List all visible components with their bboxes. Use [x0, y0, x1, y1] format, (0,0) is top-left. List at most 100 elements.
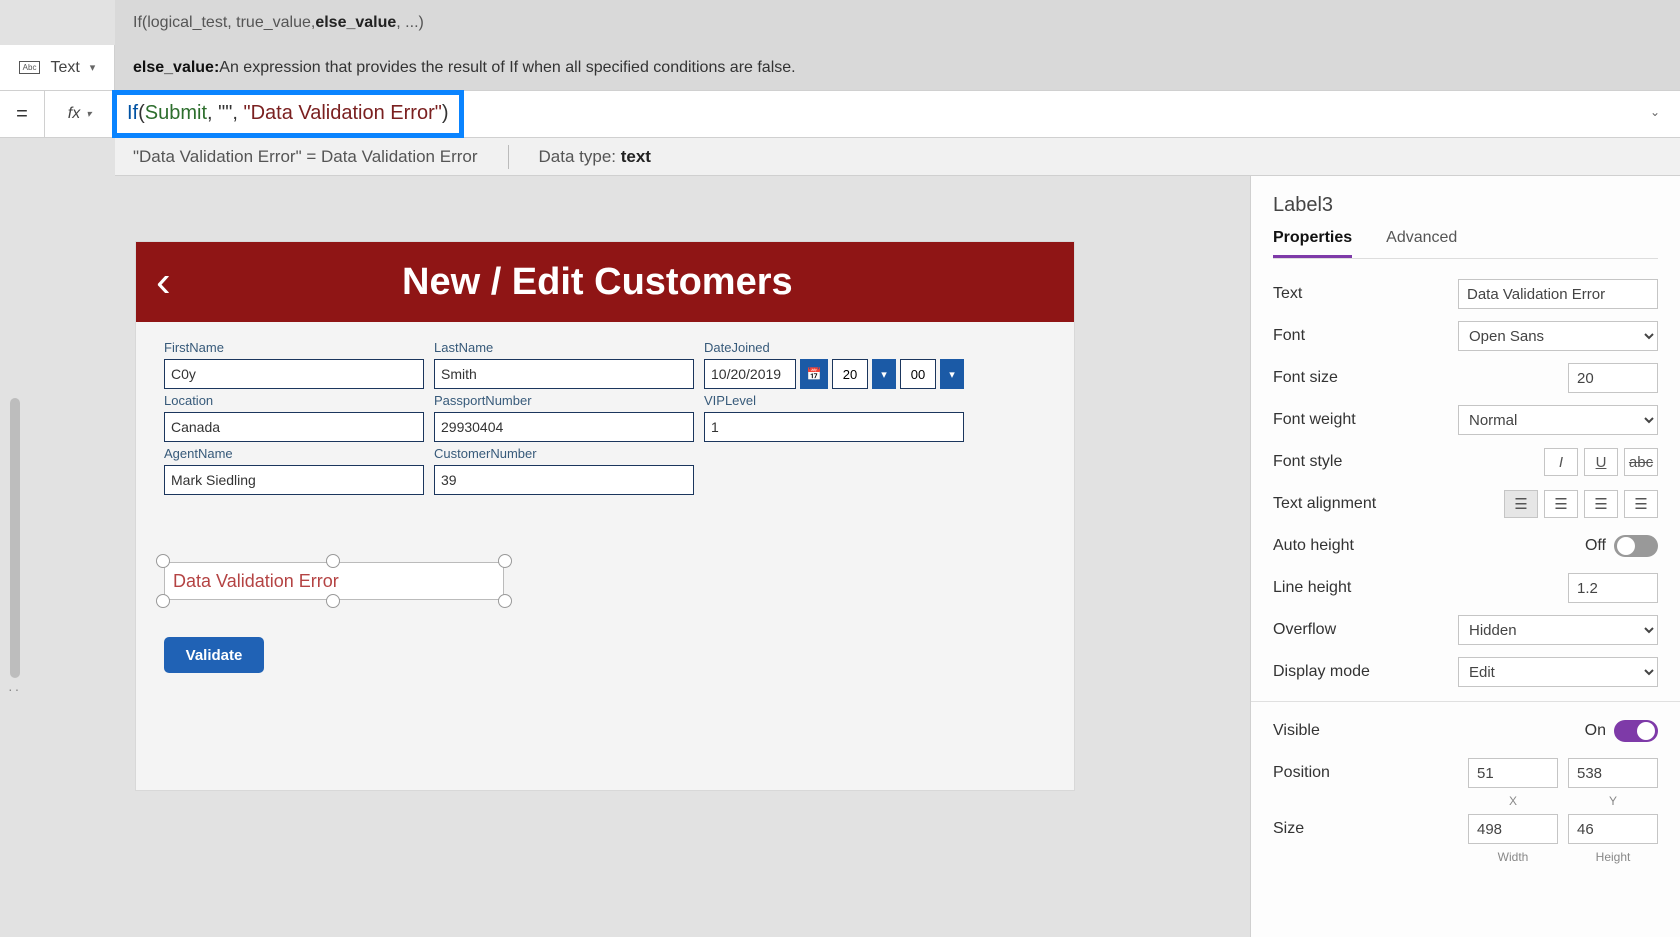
- input-agent[interactable]: [164, 465, 424, 495]
- input-datejoined[interactable]: [704, 359, 796, 389]
- tab-advanced[interactable]: Advanced: [1386, 229, 1457, 258]
- prop-tabs: Properties Advanced: [1273, 229, 1658, 259]
- chevron-down-icon: ▾: [86, 109, 91, 120]
- help-param-desc: An expression that provides the result o…: [219, 59, 795, 77]
- tab-properties[interactable]: Properties: [1273, 229, 1352, 258]
- divider: [1251, 701, 1680, 702]
- prop-font-select[interactable]: Open Sans: [1458, 321, 1658, 351]
- label-vip: VIPLevel: [704, 393, 964, 408]
- resize-handle[interactable]: [498, 594, 512, 608]
- signature-active-param: else_value: [315, 14, 396, 32]
- prop-lineheight-input[interactable]: [1568, 573, 1658, 603]
- signature-prefix: If(logical_test, true_value,: [133, 14, 315, 32]
- label-firstname: FirstName: [164, 340, 424, 355]
- chevron-down-icon: ▾: [90, 61, 96, 74]
- prop-fontsize-input[interactable]: [1568, 363, 1658, 393]
- underline-button[interactable]: U: [1584, 448, 1618, 476]
- back-icon[interactable]: ‹: [156, 260, 171, 304]
- input-hour[interactable]: 20: [832, 359, 868, 389]
- formula-code[interactable]: If(Submit, "", "Data Validation Error"): [127, 102, 449, 126]
- prop-overflow: Overflow Hidden: [1273, 609, 1658, 651]
- form-grid: FirstName LastName DateJoined 📅 20 ▾ 00 …: [136, 322, 1074, 513]
- prop-width-input[interactable]: [1468, 814, 1558, 844]
- align-right-button[interactable]: ☰: [1584, 490, 1618, 518]
- formula-eval-bar: "Data Validation Error" = Data Validatio…: [115, 138, 1680, 176]
- input-passport[interactable]: [434, 412, 694, 442]
- screen-title: New / Edit Customers: [191, 261, 1004, 304]
- input-lastname[interactable]: [434, 359, 694, 389]
- field-datejoined: DateJoined 📅 20 ▾ 00 ▾: [704, 340, 964, 389]
- field-location: Location: [164, 393, 424, 442]
- formula-bar[interactable]: If(Submit, "", "Data Validation Error") …: [115, 90, 1680, 138]
- text-type-icon: Abc: [19, 61, 41, 74]
- prop-size: Size: [1273, 808, 1658, 850]
- prop-pos-x-input[interactable]: [1468, 758, 1558, 788]
- property-selector[interactable]: Abc Text ▾: [0, 45, 115, 90]
- toggle-state-text: Off: [1585, 537, 1606, 555]
- resize-handle[interactable]: [156, 594, 170, 608]
- size-axis-labels: Width Height: [1273, 850, 1658, 864]
- align-left-button[interactable]: ☰: [1504, 490, 1538, 518]
- prop-pos-y-input[interactable]: [1568, 758, 1658, 788]
- resize-handle[interactable]: [326, 554, 340, 568]
- expand-formula-icon[interactable]: ⌄: [1650, 105, 1660, 119]
- equals-sign: =: [16, 103, 28, 126]
- canvas-area[interactable]: ·· ‹ New / Edit Customers FirstName Last…: [0, 176, 1080, 937]
- validate-button[interactable]: Validate: [164, 637, 264, 673]
- prop-fontweight-select[interactable]: Normal: [1458, 405, 1658, 435]
- align-center-button[interactable]: ☰: [1544, 490, 1578, 518]
- label-location: Location: [164, 393, 424, 408]
- prop-label: Font weight: [1273, 411, 1356, 429]
- strikethrough-button[interactable]: abc: [1624, 448, 1658, 476]
- calendar-icon[interactable]: 📅: [800, 359, 828, 389]
- label-lastname: LastName: [434, 340, 694, 355]
- label-custno: CustomerNumber: [434, 446, 694, 461]
- toggle-state-text: On: [1585, 722, 1606, 740]
- tree-scrollbar[interactable]: [10, 398, 20, 678]
- error-label-text: Data Validation Error: [173, 571, 339, 592]
- prop-label: Text alignment: [1273, 495, 1376, 513]
- formula-signature-bar: If(logical_test, true_value, else_value …: [115, 0, 1680, 45]
- hour-dropdown-icon[interactable]: ▾: [872, 359, 896, 389]
- prop-overflow-select[interactable]: Hidden: [1458, 615, 1658, 645]
- visible-toggle[interactable]: [1614, 720, 1658, 742]
- resize-handle[interactable]: [498, 554, 512, 568]
- prop-displaymode-select[interactable]: Edit: [1458, 657, 1658, 687]
- input-location[interactable]: [164, 412, 424, 442]
- resize-handle[interactable]: [326, 594, 340, 608]
- input-vip[interactable]: [704, 412, 964, 442]
- pane-expander-icon[interactable]: ··: [8, 681, 21, 697]
- prop-font: Font Open Sans: [1273, 315, 1658, 357]
- italic-button[interactable]: I: [1544, 448, 1578, 476]
- field-vip: VIPLevel: [704, 393, 964, 442]
- input-minute[interactable]: 00: [900, 359, 936, 389]
- help-param-name: else_value:: [133, 59, 219, 77]
- signature-suffix: , ...): [396, 14, 424, 32]
- prop-visible: Visible On: [1273, 710, 1658, 752]
- equals-cell: =: [0, 90, 45, 138]
- app-header: ‹ New / Edit Customers: [136, 242, 1074, 322]
- input-firstname[interactable]: [164, 359, 424, 389]
- align-justify-button[interactable]: ☰: [1624, 490, 1658, 518]
- selected-object-name: Label3: [1273, 194, 1658, 217]
- prop-height-input[interactable]: [1568, 814, 1658, 844]
- minute-dropdown-icon[interactable]: ▾: [940, 359, 964, 389]
- prop-label: Text: [1273, 285, 1302, 303]
- fx-dropdown[interactable]: fx ▾: [45, 90, 115, 138]
- prop-text-align: Text alignment ☰ ☰ ☰ ☰: [1273, 483, 1658, 525]
- auto-height-toggle[interactable]: [1614, 535, 1658, 557]
- label-datejoined: DateJoined: [704, 340, 964, 355]
- prop-display-mode: Display mode Edit: [1273, 651, 1658, 693]
- datatype: Data type: text: [539, 147, 651, 167]
- prop-label: Auto height: [1273, 537, 1354, 555]
- label-agent: AgentName: [164, 446, 424, 461]
- input-custno[interactable]: [434, 465, 694, 495]
- resize-handle[interactable]: [156, 554, 170, 568]
- formula-param-help: else_value: An expression that provides …: [115, 45, 1680, 90]
- prop-label: Position: [1273, 764, 1330, 782]
- prop-label: Display mode: [1273, 663, 1370, 681]
- prop-font-style: Font style I U abc: [1273, 441, 1658, 483]
- prop-text-input[interactable]: [1458, 279, 1658, 309]
- prop-label: Line height: [1273, 579, 1351, 597]
- app-preview-screen[interactable]: ‹ New / Edit Customers FirstName LastNam…: [135, 241, 1075, 791]
